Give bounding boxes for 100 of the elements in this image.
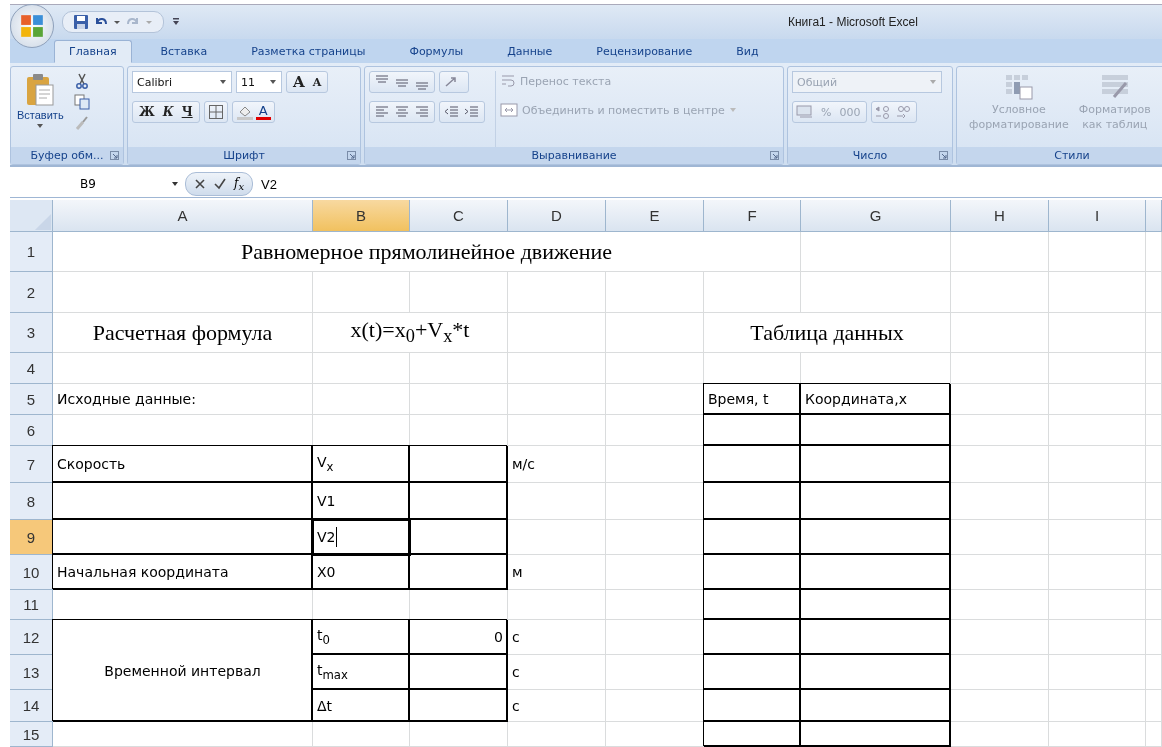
check-icon[interactable] [214, 178, 226, 190]
cell-text: t$_{max}$ [317, 662, 348, 682]
ribbon-tab[interactable]: Данные [492, 40, 568, 63]
font-name-dropdown[interactable]: Calibri [132, 71, 232, 93]
select-all-button[interactable] [10, 200, 53, 232]
row-header[interactable]: 8 [10, 483, 53, 520]
row-header[interactable]: 6 [10, 415, 53, 446]
cell-text: Время, t [708, 391, 769, 407]
cell-text: t$_{0}$ [317, 627, 330, 647]
cell-text: Скорость [57, 456, 126, 472]
caret-icon [929, 79, 937, 85]
ribbon-tab[interactable]: Вставка [145, 40, 223, 63]
column-header[interactable]: B [313, 200, 410, 232]
cell-text: x(t)=x$_{0}$+V$_{x}$*t [350, 317, 470, 348]
caret-icon [36, 123, 45, 129]
column-header[interactable]: H [951, 200, 1049, 232]
conditional-format-icon [1003, 73, 1034, 101]
office-button[interactable] [10, 4, 54, 48]
ribbon-tab[interactable]: Вид [721, 40, 774, 63]
grow-font-button[interactable]: A [290, 73, 308, 91]
caret-icon[interactable] [113, 18, 121, 26]
ribbon-tab[interactable]: Рецензирование [581, 40, 708, 63]
merge-cells-icon [500, 103, 518, 117]
save-icon[interactable] [73, 14, 89, 30]
group-label: Число [852, 149, 888, 162]
brush-icon[interactable] [73, 115, 90, 131]
cancel-icon[interactable] [194, 178, 206, 190]
cell-text: Равномерное прямолинейное движение [241, 238, 612, 265]
copy-icon[interactable] [73, 94, 90, 110]
insert-function-button[interactable]: f$_{x}$ [234, 175, 245, 193]
ribbon-tab[interactable]: Формулы [394, 40, 479, 63]
column-header[interactable]: E [606, 200, 704, 232]
cell-text: X0 [317, 564, 336, 580]
dialog-launcher-icon[interactable] [347, 151, 356, 160]
row-header[interactable]: 12 [10, 620, 53, 655]
table-cell [1146, 446, 1162, 483]
horizontal-align-icon[interactable] [393, 104, 411, 120]
cell-text: Координата,x [805, 391, 907, 407]
text-cursor [336, 527, 338, 547]
ribbon-tab[interactable]: Разметка страницы [236, 40, 381, 63]
table-cell [1146, 520, 1162, 555]
horizontal-align-icon[interactable] [373, 104, 391, 120]
cell-text: с [512, 664, 520, 680]
caret-icon [269, 79, 277, 85]
column-header[interactable]: G [801, 200, 951, 232]
row-header[interactable]: 14 [10, 690, 53, 722]
table-cell [1146, 722, 1162, 747]
table-cell [1146, 272, 1162, 313]
increase-indent-icon[interactable] [463, 104, 481, 120]
row-header[interactable]: 15 [10, 722, 53, 747]
table-cell [1146, 655, 1162, 690]
formula-input[interactable]: V2 [253, 176, 1162, 192]
column-header[interactable]: C [410, 200, 508, 232]
scissors-icon[interactable] [73, 73, 90, 89]
column-header[interactable]: F [704, 200, 801, 232]
ribbon-tab[interactable]: Главная [54, 40, 132, 63]
column-header[interactable]: D [508, 200, 606, 232]
shrink-font-button[interactable]: A [309, 75, 325, 89]
row-header[interactable]: 10 [10, 555, 53, 590]
cell-text: Временной интервал [104, 662, 261, 679]
dialog-launcher-icon[interactable] [939, 151, 948, 160]
table-cell [1146, 415, 1162, 446]
row-header[interactable]: 2 [10, 272, 53, 313]
row-header[interactable]: 11 [10, 590, 53, 620]
name-box[interactable]: B9 [10, 173, 185, 195]
wrap-text-icon [500, 73, 516, 89]
cell-text: Расчетная формула [92, 319, 273, 346]
row-header[interactable]: 7 [10, 446, 53, 483]
horizontal-align-icon[interactable] [413, 104, 431, 120]
row-header[interactable]: 3 [10, 313, 53, 353]
group-label: Буфер обм... [30, 149, 104, 162]
italic-button[interactable]: К [159, 105, 177, 119]
row-header[interactable]: 5 [10, 384, 53, 415]
group-label: Выравнивание [531, 149, 617, 162]
row-header[interactable]: 13 [10, 655, 53, 690]
decrease-indent-icon[interactable] [443, 104, 461, 120]
dialog-launcher-icon[interactable] [770, 151, 779, 160]
bold-button[interactable]: Ж [136, 105, 158, 119]
table-cell [1146, 690, 1162, 722]
dialog-launcher-icon[interactable] [110, 151, 119, 160]
table-cell [1146, 353, 1162, 384]
fill-bucket-icon[interactable] [235, 104, 254, 120]
caret-icon [219, 79, 227, 85]
cell-text: Δt [317, 697, 333, 714]
font-size-dropdown[interactable]: 11 [236, 71, 282, 93]
row-header[interactable]: 1 [10, 232, 53, 272]
paste-button[interactable]: Вставить [15, 71, 66, 147]
column-header[interactable]: I [1049, 200, 1146, 232]
cell-text: м [512, 564, 523, 580]
window-title: Книга1 - Microsoft Excel [788, 15, 918, 29]
borders-icon[interactable] [207, 104, 224, 120]
column-header[interactable] [1146, 200, 1162, 232]
customize-toolbar-icon[interactable] [172, 17, 180, 27]
cell-text: с [512, 629, 520, 645]
cell-text: с [512, 697, 520, 714]
column-header[interactable]: A [53, 200, 313, 232]
row-header[interactable]: 4 [10, 353, 53, 384]
caret-icon [171, 181, 179, 187]
row-header[interactable]: 9 [10, 520, 53, 555]
underline-button[interactable]: Ч [178, 105, 196, 119]
